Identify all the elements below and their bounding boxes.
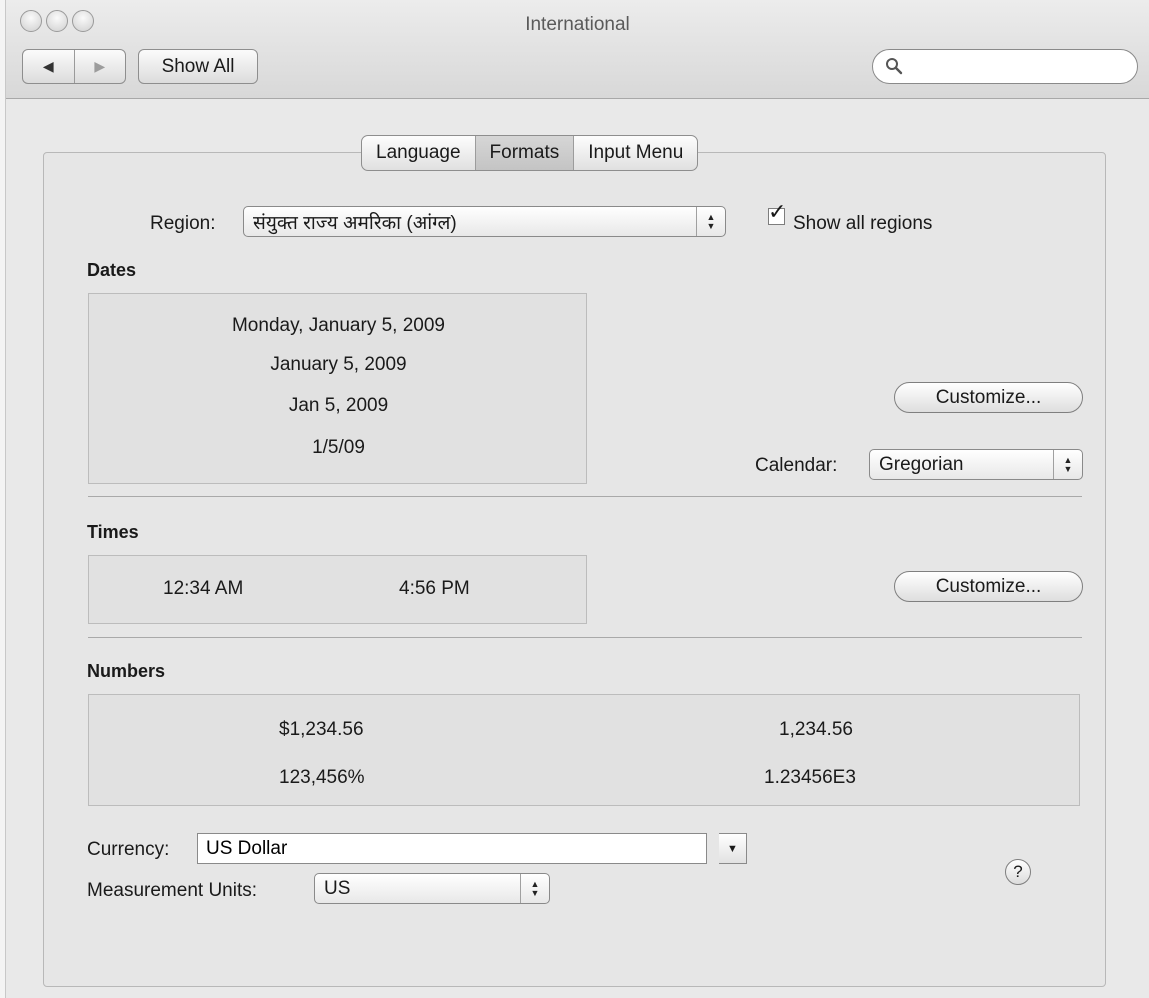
measurement-units-label: Measurement Units: [87, 880, 258, 901]
time-sample-am: 12:34 AM [163, 578, 244, 599]
search-field[interactable] [872, 49, 1138, 84]
triangle-right-icon: ▶ [94, 58, 106, 74]
number-sample-percent: 123,456% [279, 767, 365, 788]
number-sample-decimal: 1,234.56 [779, 719, 853, 740]
numbers-heading: Numbers [87, 661, 166, 681]
times-sample-well: 12:34 AM 4:56 PM [88, 555, 587, 624]
triangle-left-icon: ◀ [42, 58, 54, 74]
date-sample-short: 1/5/09 [312, 437, 365, 458]
calendar-popup[interactable]: Gregorian ▲ ▼ [869, 449, 1083, 480]
currency-input[interactable] [197, 833, 707, 864]
help-icon: ? [1013, 862, 1023, 881]
dates-customize-button[interactable]: Customize... [894, 382, 1083, 413]
show-all-button[interactable]: Show All [138, 49, 258, 84]
window-title: International [525, 14, 630, 35]
updown-arrows-icon: ▲ ▼ [1053, 450, 1082, 479]
region-value: संयुक्त राज्य अमरिका (आंग्ल) [253, 212, 457, 234]
updown-arrows-icon: ▲ ▼ [520, 874, 549, 903]
currency-combo-box[interactable]: ▼ [197, 833, 747, 864]
number-sample-scientific: 1.23456E3 [764, 767, 856, 788]
calendar-label: Calendar: [755, 455, 838, 476]
help-button[interactable]: ? [1005, 859, 1031, 885]
numbers-sample-well: $1,234.56 1,234.56 123,456% 1.23456E3 [88, 694, 1080, 806]
tab-bar: Language Formats Input Menu [361, 135, 699, 171]
back-button[interactable]: ◀ [23, 50, 74, 83]
show-all-regions-label: Show all regions [793, 213, 933, 234]
times-heading: Times [87, 522, 139, 542]
date-sample-full: Monday, January 5, 2009 [231, 315, 445, 336]
date-sample-medium: Jan 5, 2009 [288, 395, 389, 416]
measurement-units-popup[interactable]: US ▲ ▼ [314, 873, 550, 904]
number-sample-currency: $1,234.56 [279, 719, 364, 740]
chevron-down-icon: ▼ [727, 842, 738, 855]
currency-label: Currency: [87, 839, 170, 860]
measurement-units-value: US [324, 877, 351, 899]
show-all-regions-checkbox[interactable]: ✓ [768, 201, 786, 225]
tab-formats[interactable]: Formats [474, 136, 574, 170]
tab-language[interactable]: Language [362, 136, 475, 170]
region-popup[interactable]: संयुक्त राज्य अमरिका (आंग्ल) ▲ ▼ [243, 206, 726, 237]
dates-separator [88, 496, 1082, 497]
dates-heading: Dates [87, 260, 137, 280]
updown-arrows-icon: ▲ ▼ [696, 207, 725, 236]
checkmark-icon: ✓ [768, 199, 787, 224]
forward-button[interactable]: ▶ [73, 50, 126, 83]
date-sample-long: January 5, 2009 [270, 354, 407, 375]
time-sample-pm: 4:56 PM [399, 578, 470, 599]
region-label: Region: [150, 213, 216, 234]
title-bar: International ◀ ▶ Show All [6, 0, 1149, 99]
times-customize-button[interactable]: Customize... [894, 571, 1083, 602]
back-forward-control: ◀ ▶ [22, 49, 126, 84]
currency-dropdown-button[interactable]: ▼ [719, 833, 747, 864]
search-input[interactable] [909, 56, 1128, 80]
tab-input-menu[interactable]: Input Menu [573, 136, 697, 170]
calendar-value: Gregorian [879, 453, 964, 475]
times-separator [88, 637, 1082, 638]
search-icon [886, 58, 903, 75]
dates-sample-well: Monday, January 5, 2009 January 5, 2009 … [88, 293, 587, 484]
